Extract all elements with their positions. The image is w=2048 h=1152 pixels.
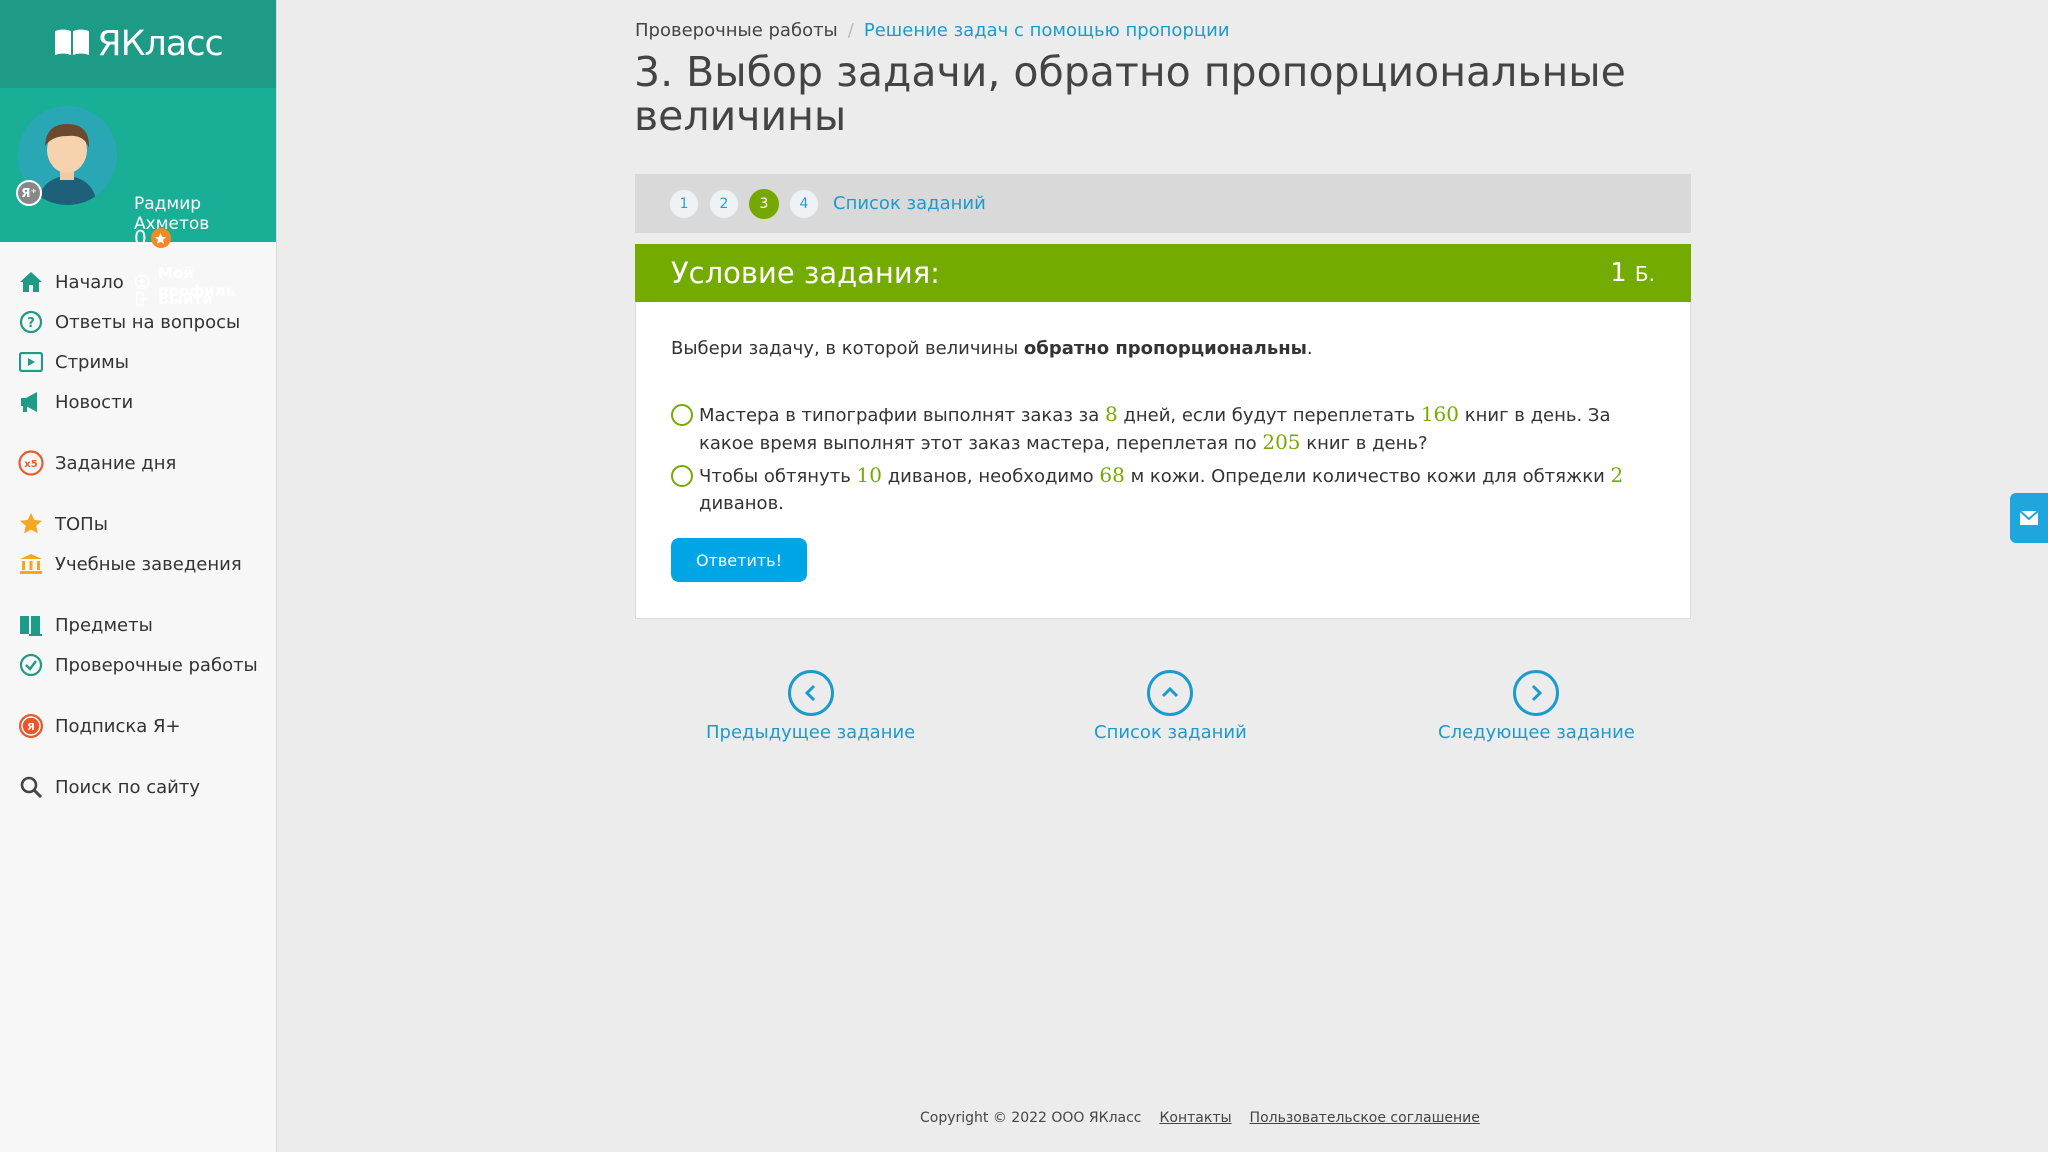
logo-text: ЯКласс: [97, 24, 223, 64]
megaphone-icon: [18, 389, 44, 415]
task-instruction: Выбери задачу, в которой величины обратн…: [671, 338, 1313, 359]
nav-label-home: Начало: [55, 271, 124, 293]
footer-agreement-link[interactable]: Пользовательское соглашение: [1250, 1110, 1480, 1126]
institution-icon: [18, 551, 44, 577]
nav-item-home[interactable]: Начало: [0, 262, 277, 302]
user-panel: Радмир Ахметов 0 Мой профиль Выйти: [0, 88, 276, 308]
previous-task-label: Предыдущее задание: [706, 722, 916, 743]
points-value: 1: [1610, 258, 1627, 288]
breadcrumb-separator: /: [847, 20, 854, 41]
svg-text:?: ?: [27, 316, 35, 331]
radio-option-1[interactable]: [671, 404, 693, 426]
book-logo-icon: [53, 27, 91, 61]
envelope-icon: [2019, 510, 2039, 525]
home-icon: [18, 269, 44, 295]
instruction-end: .: [1306, 338, 1313, 359]
check-circle-icon: [18, 652, 44, 678]
condition-header: Условие задания: 1 Б.: [635, 244, 1691, 302]
nav-label-tests: Проверочные работы: [55, 654, 258, 676]
task-number-1[interactable]: 1: [669, 188, 699, 219]
nav-item-tests[interactable]: Проверочные работы: [0, 645, 277, 685]
radio-option-2[interactable]: [671, 465, 693, 487]
chevron-up-icon: [1147, 670, 1194, 716]
x5-badge-text: x5: [24, 459, 37, 470]
nav-item-task-of-day[interactable]: x5 Задание дня: [0, 443, 277, 483]
tasks-list-link[interactable]: Список заданий: [833, 193, 986, 214]
nav-label-subjects: Предметы: [55, 614, 153, 636]
breadcrumb: Проверочные работы / Решение задач с помощ…: [635, 20, 1230, 41]
nav-item-news[interactable]: Новости: [0, 382, 277, 422]
search-icon: [18, 774, 44, 800]
chevron-right-icon: [1513, 670, 1560, 716]
nav-label-tops: ТОПы: [55, 513, 108, 535]
answer-button[interactable]: Ответить!: [671, 538, 807, 582]
answer-option-2[interactable]: Чтобы обтянуть 10 диванов, необходимо 68…: [671, 462, 1651, 517]
tasks-list-bottom-link[interactable]: Список заданий: [1094, 670, 1247, 743]
nav-item-subscription[interactable]: Я Подписка Я+: [0, 706, 277, 746]
star-icon: [18, 511, 44, 537]
main-nav: Начало ? Ответы на вопросы Стримы Новост…: [0, 262, 277, 807]
x5-icon: x5: [18, 450, 44, 476]
task-number-4[interactable]: 4: [789, 188, 819, 219]
points-value: 0: [134, 226, 147, 250]
task-number-2[interactable]: 2: [709, 188, 739, 219]
next-task-link[interactable]: Следующее задание: [1438, 670, 1635, 743]
plus-subscription-badge: Я⁺: [16, 180, 42, 206]
nav-label-answers: Ответы на вопросы: [55, 311, 241, 333]
nav-item-streams[interactable]: Стримы: [0, 342, 277, 382]
instruction-bold: обратно пропорциональны: [1023, 338, 1307, 359]
previous-task-link[interactable]: Предыдущее задание: [706, 670, 915, 743]
footer-contacts-link[interactable]: Контакты: [1159, 1110, 1231, 1126]
nav-label-news: Новости: [55, 391, 134, 413]
task-number-3-active[interactable]: 3: [749, 188, 779, 219]
sidebar: ЯКласс Радмир Ахметов 0 Мой профиль Выйт…: [0, 0, 277, 1152]
page-title: 3. Выбор задачи, обратно пропорциональны…: [634, 48, 1626, 140]
user-points: 0: [134, 226, 171, 250]
footer-copyright: Copyright © 2022 ООО ЯКласс: [920, 1110, 1142, 1126]
nav-label-search: Поиск по сайту: [55, 776, 201, 798]
footer: Copyright © 2022 ООО ЯКласс Контакты Пол…: [920, 1110, 1480, 1126]
nav-label-subscription: Подписка Я+: [55, 715, 181, 737]
tasks-list-bottom-label: Список заданий: [1094, 722, 1247, 743]
nav-item-answers[interactable]: ? Ответы на вопросы: [0, 302, 277, 342]
instruction-text: Выбери задачу, в которой величины: [671, 338, 1024, 359]
chevron-left-icon: [787, 670, 834, 716]
logo[interactable]: ЯКласс: [0, 0, 276, 88]
answer-option-1[interactable]: Мастера в типографии выполнят заказ за 8…: [671, 401, 1651, 457]
nav-item-institutions[interactable]: Учебные заведения: [0, 544, 277, 584]
star-icon: [150, 228, 171, 248]
nav-item-tops[interactable]: ТОПы: [0, 504, 277, 544]
option-1-text: Мастера в типографии выполнят заказ за 8…: [699, 402, 1611, 454]
condition-body: Выбери задачу, в которой величины обратн…: [635, 302, 1691, 619]
condition-title: Условие задания:: [671, 256, 940, 290]
nav-item-subjects[interactable]: Предметы: [0, 605, 277, 645]
ya-plus-icon: Я: [18, 713, 44, 739]
play-icon: [18, 349, 44, 375]
condition-points: 1 Б.: [1610, 258, 1655, 288]
nav-label-streams: Стримы: [55, 351, 129, 373]
nav-label-task-of-day: Задание дня: [55, 452, 177, 474]
nav-label-institutions: Учебные заведения: [55, 553, 242, 575]
question-icon: ?: [18, 309, 44, 335]
next-task-label: Следующее задание: [1438, 722, 1635, 743]
tasks-bar: 1 2 3 4 Список заданий: [635, 174, 1691, 233]
svg-text:Я: Я: [27, 722, 35, 733]
breadcrumb-current[interactable]: Решение задач с помощью пропорции: [864, 20, 1230, 41]
feedback-button[interactable]: [2010, 493, 2048, 543]
option-2-text: Чтобы обтянуть 10 диванов, необходимо 68…: [699, 463, 1624, 514]
breadcrumb-parent[interactable]: Проверочные работы: [635, 20, 838, 41]
nav-item-search[interactable]: Поиск по сайту: [0, 767, 277, 807]
points-unit: Б.: [1634, 262, 1655, 286]
subjects-book-icon: [18, 612, 44, 638]
